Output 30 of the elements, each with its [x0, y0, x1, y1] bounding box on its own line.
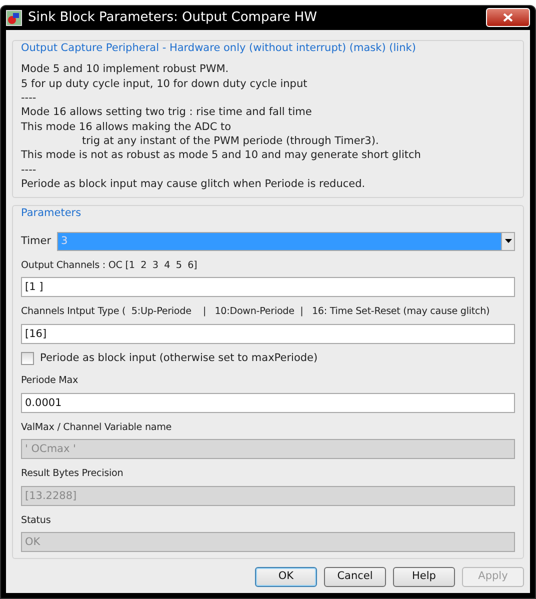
description-line: Periode as block input may cause glitch when Periode is reduced.	[21, 176, 366, 192]
window-title: Sink Block Parameters: Output Compare HW	[28, 9, 318, 28]
dialog-button[interactable]: Help	[393, 567, 455, 587]
description-line: Mode 16 allows setting two trig : rise time and fall time	[21, 105, 313, 120]
close-icon	[503, 13, 513, 22]
description-line: trig at any instant of the PWM periode (through Timer3).	[81, 134, 380, 148]
description-line: ----	[21, 162, 38, 177]
field-label: Status	[21, 514, 52, 528]
input-field[interactable]: [16]	[21, 324, 515, 344]
app-icon	[6, 10, 22, 26]
description-line: This mode is not as robust as mode 5 and 10 and may generate short glitch	[21, 148, 422, 163]
caret-icon	[504, 239, 512, 244]
description-line: ----	[21, 91, 38, 106]
field-label: Channels Intput Type ( 5:Up-Periode | 10:Down-Periode | 16: Time Set-Reset (may cause glitch)	[21, 305, 491, 320]
group-title: Output Capture Peripheral - Hardware only (without interrupt) (mask) (link)	[19, 40, 418, 56]
field-label: ValMax / Channel Variable name	[21, 420, 173, 435]
description-line: Mode 5 and 10 implement robust PWM.	[21, 62, 230, 77]
close-button[interactable]	[486, 8, 530, 28]
field-label: Result Bytes Precision	[21, 467, 124, 482]
field-label: Timer	[21, 234, 52, 249]
dialog-button[interactable]: Cancel	[324, 567, 386, 587]
field-label: Output Channels : OC [1 2 3 4 5 6]	[21, 258, 198, 273]
dialog-button[interactable]: OK	[255, 567, 317, 587]
input-field[interactable]: 0.0001	[21, 392, 515, 413]
description-line: This mode 16 allows making the ADC to	[21, 120, 232, 134]
checkbox-label: Periode as block input (otherwise set to maxPeriode)	[40, 350, 318, 366]
field-label: Periode Max	[21, 374, 80, 388]
input-field[interactable]: [1 ]	[21, 277, 515, 298]
checkbox[interactable]	[21, 352, 34, 366]
description-line: 5 for up duty cycle input, 10 for down duty cycle input	[21, 76, 308, 92]
